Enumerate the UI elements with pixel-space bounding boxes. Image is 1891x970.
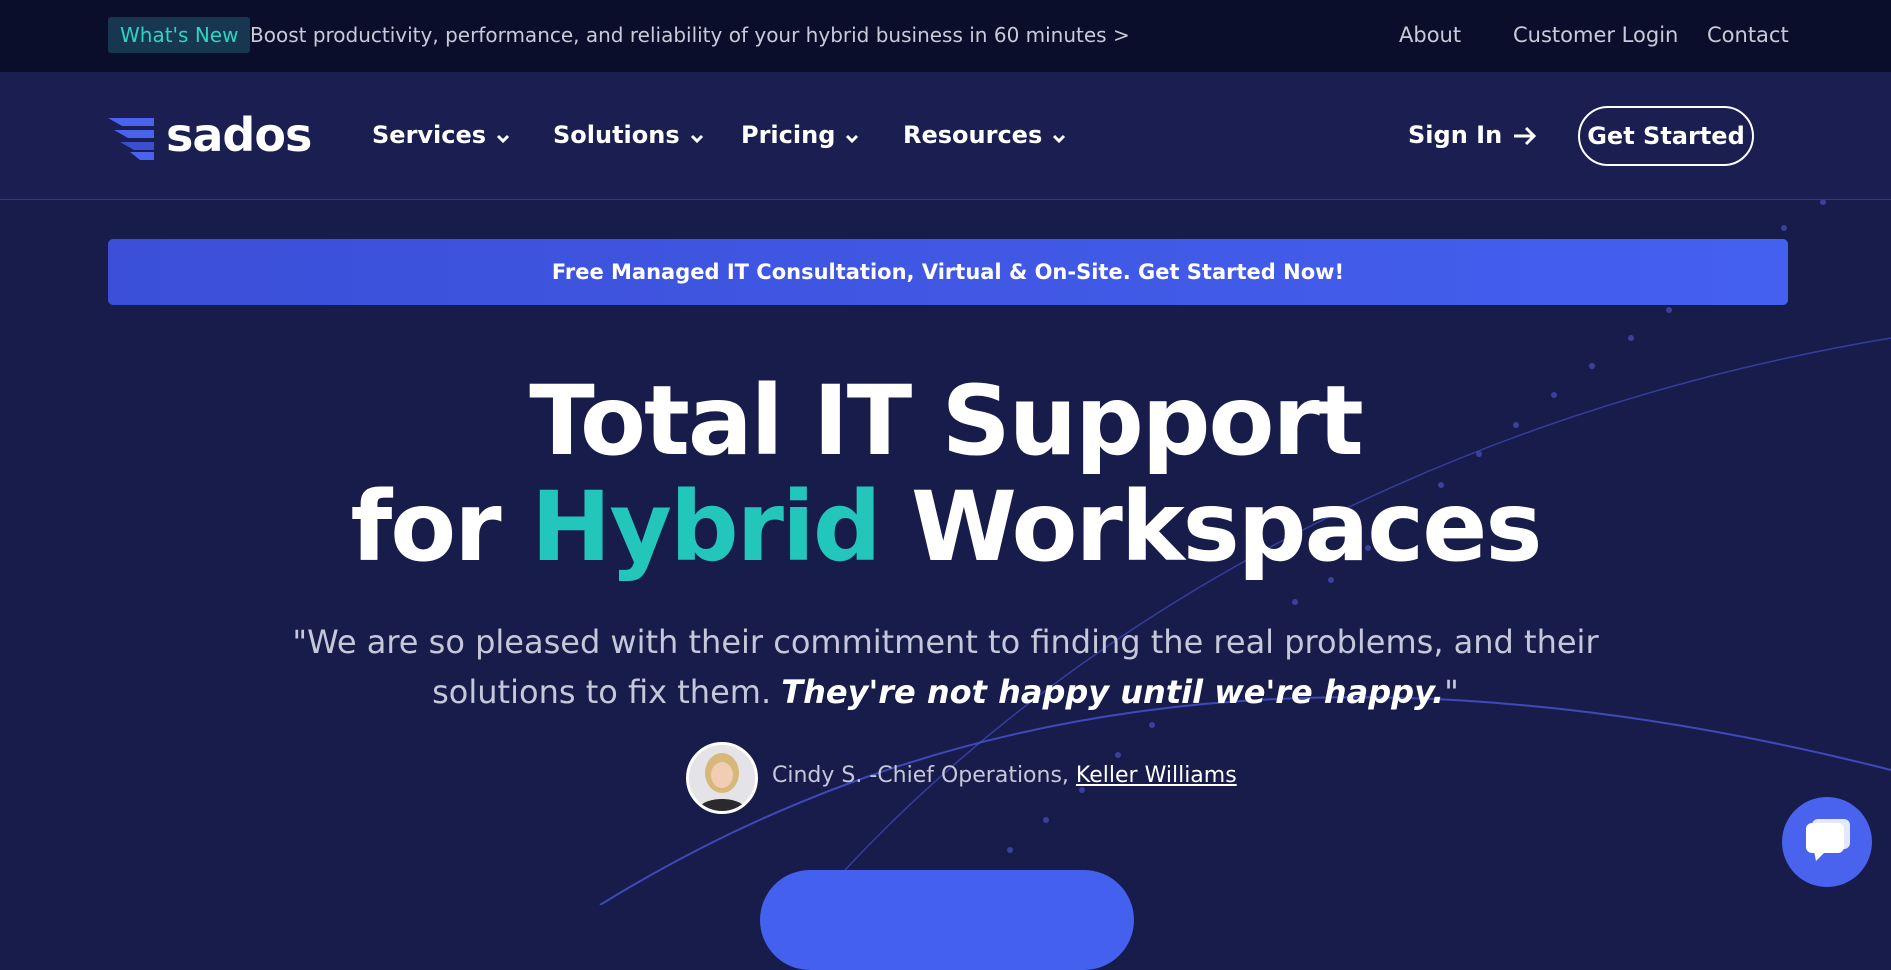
nav-pricing[interactable]: Pricing [741,118,859,153]
about-link[interactable]: About [1399,20,1461,50]
author-name: Cindy S. -Chief Operations, [772,763,1069,788]
avatar [686,742,758,814]
main-navigation: sados Services Solutions Pricing Resourc… [0,72,1891,200]
top-announcement-bar: What's New Boost productivity, performan… [0,0,1891,72]
author-info: Cindy S. -Chief Operations, Keller Willi… [772,759,1237,793]
hero-title-suffix: Workspaces [911,471,1542,583]
testimonial-quote: "We are so pleased with their commitment… [250,617,1641,717]
get-started-button[interactable]: Get Started [1578,106,1754,166]
quote-emphasis: They're not happy until we're happy. [781,673,1445,711]
chevron-down-icon [1052,119,1066,153]
announcement-link[interactable]: Boost productivity, performance, and rel… [250,20,1130,50]
sign-in-link[interactable]: Sign In [1408,118,1538,152]
chevron-down-icon [496,119,510,153]
nav-solutions-label: Solutions [553,121,680,149]
chat-widget-button[interactable] [1782,797,1872,887]
logo-mark-icon [108,118,154,160]
chevron-down-icon [845,119,859,153]
chat-bubble-icon [1806,819,1850,861]
hero-title-prefix: for [350,471,502,583]
logo-text: sados [166,108,312,162]
nav-services[interactable]: Services [372,118,510,153]
quote-close: " [1444,673,1459,711]
sign-in-label: Sign In [1408,121,1503,149]
company-link[interactable]: Keller Williams [1076,763,1237,788]
contact-link[interactable]: Contact [1707,20,1789,50]
nav-resources-label: Resources [903,121,1043,149]
nav-services-label: Services [372,121,487,149]
hero-cta-button[interactable] [760,870,1134,970]
arrow-right-icon [1514,126,1537,146]
nav-resources[interactable]: Resources [903,118,1066,153]
hero-title-line1: Total IT Support [529,365,1363,477]
hero-title-accent: Hybrid [531,471,882,583]
chevron-down-icon [690,119,704,153]
whats-new-badge[interactable]: What's New [108,17,251,53]
consultation-banner[interactable]: Free Managed IT Consultation, Virtual & … [108,239,1788,305]
nav-pricing-label: Pricing [741,121,836,149]
nav-solutions[interactable]: Solutions [553,118,704,153]
customer-login-link[interactable]: Customer Login [1513,20,1678,50]
hero-title-line2: for Hybrid Workspaces [0,472,1891,582]
